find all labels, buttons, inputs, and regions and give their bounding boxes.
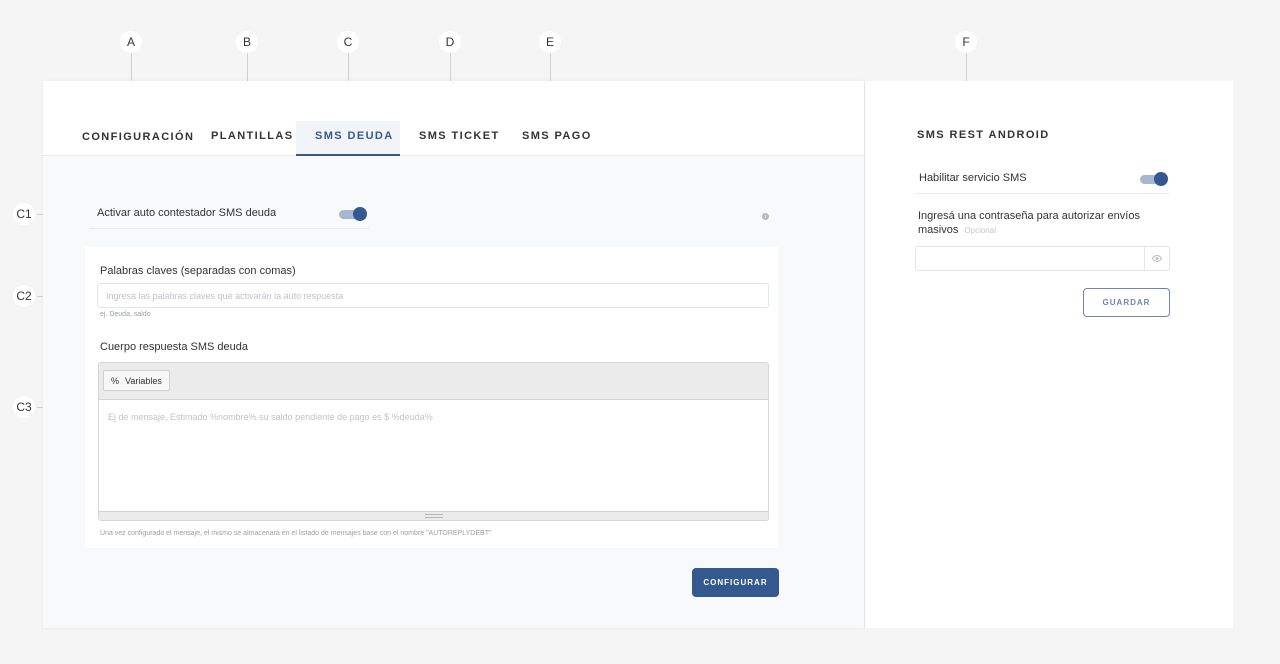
password-label: Ingresá una contraseña para autorizar en… [918,209,1158,238]
toggle-password-visibility[interactable] [1144,247,1169,270]
callout-b: B [236,31,258,53]
password-label-text: Ingresá una contraseña para autorizar en… [918,210,1140,236]
auto-reply-underline [89,228,369,229]
body-placeholder: Ej de mensaje, Estimado %nombre% su sald… [108,412,433,422]
keywords-input[interactable]: Ingresá las palabras claves que activará… [97,283,769,308]
callout-d: D [439,31,461,53]
sms-rest-panel: SMS REST ANDROID Habilitar servicio SMS … [864,81,1233,628]
tab-configuracion[interactable]: CONFIGURACIÓN [82,131,194,143]
sms-rest-title: SMS REST ANDROID [917,129,1050,141]
info-icon[interactable]: i [762,213,769,220]
password-input[interactable] [915,246,1170,271]
toggle-knob [1154,172,1168,186]
variables-button[interactable]: % Variables [103,370,170,391]
resize-grip-icon [425,514,443,518]
callout-c2: C2 [13,285,35,307]
percent-icon: % [111,375,120,386]
callout-c: C [337,31,359,53]
tabs-bar: CONFIGURACIÓN PLANTILLAS SMS DEUDA SMS T… [43,81,864,156]
optional-tag: Opcional [964,226,996,235]
eye-icon [1152,255,1162,262]
enable-sms-label: Habilitar servicio SMS [919,172,1027,184]
toggle-knob [353,207,367,221]
tab-sms-ticket[interactable]: SMS TICKET [419,130,500,142]
sms-settings-panel: CONFIGURACIÓN PLANTILLAS SMS DEUDA SMS T… [43,81,864,628]
auto-reply-label: Activar auto contestador SMS deuda [97,207,277,219]
callout-c1: C1 [13,203,35,225]
callout-f: F [955,31,977,53]
keywords-placeholder: Ingresá las palabras claves que activará… [106,291,344,301]
auto-reply-toggle[interactable] [339,207,367,221]
footer-note: Una vez configurado el mensaje, el mismo… [100,530,492,537]
keywords-label: Palabras claves (separadas con comas) [100,265,296,277]
tab-sms-pago[interactable]: SMS PAGO [522,130,592,142]
callout-c3: C3 [13,396,35,418]
body-label: Cuerpo respuesta SMS deuda [100,341,248,353]
body-textarea[interactable]: Ej de mensaje, Estimado %nombre% su sald… [99,400,768,512]
configure-button[interactable]: CONFIGURAR [692,568,779,597]
variables-button-label: Variables [125,375,162,386]
enable-sms-underline [915,193,1169,194]
body-editor: % Variables Ej de mensaje, Estimado %nom… [98,362,769,521]
callout-a: A [120,31,142,53]
tab-sms-deuda[interactable]: SMS DEUDA [315,130,394,142]
enable-sms-toggle[interactable] [1140,172,1168,186]
keywords-hint: ej. Deuda, saldo [100,311,151,318]
save-button[interactable]: GUARDAR [1083,288,1170,317]
callout-e: E [539,31,561,53]
editor-resize-bar[interactable] [99,511,768,520]
editor-toolbar: % Variables [99,363,768,400]
tab-plantillas[interactable]: PLANTILLAS [211,130,293,142]
